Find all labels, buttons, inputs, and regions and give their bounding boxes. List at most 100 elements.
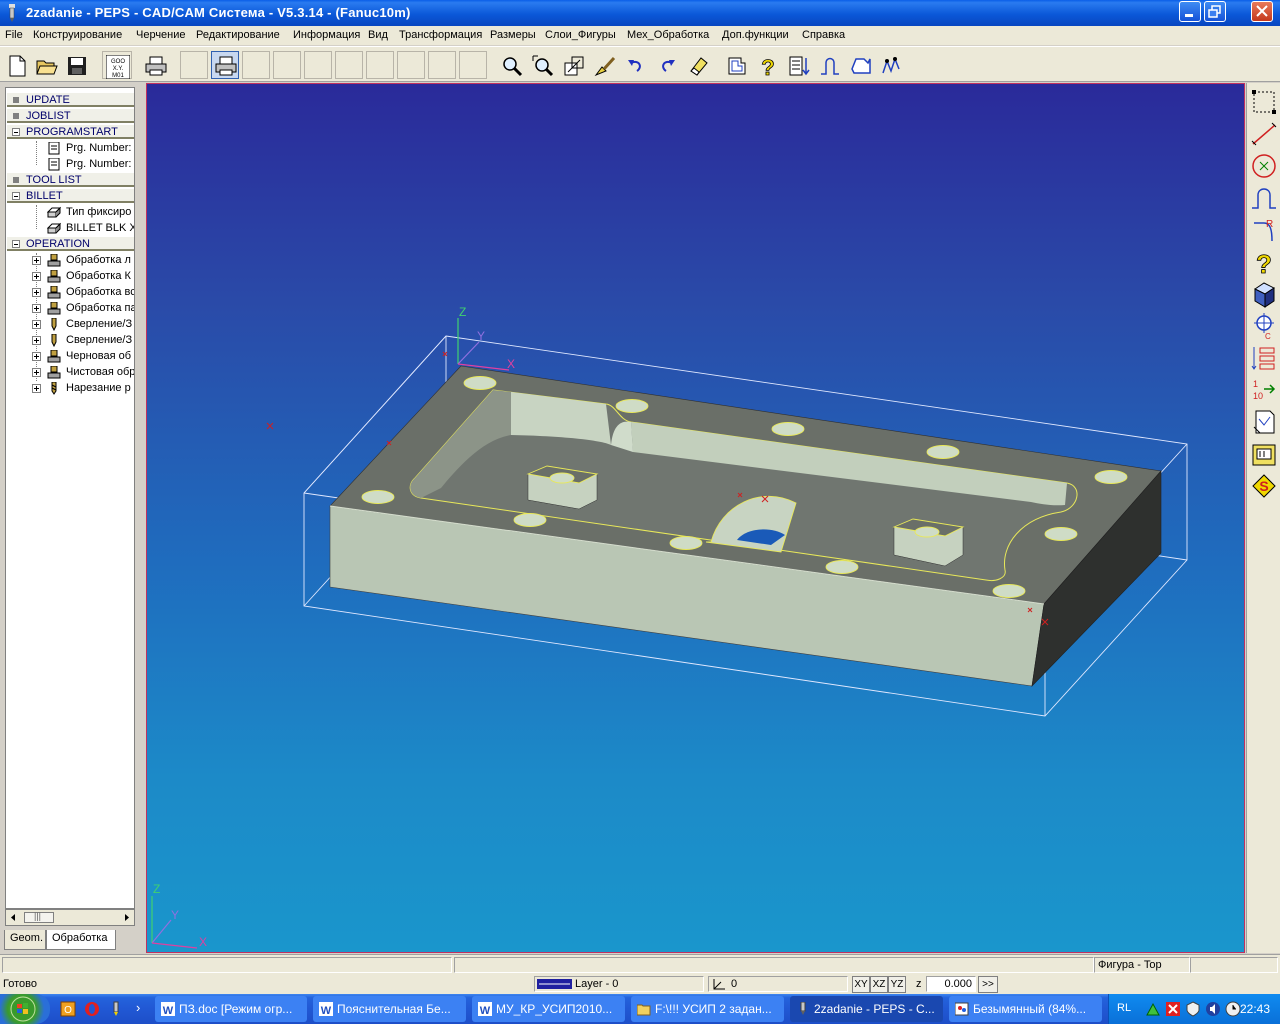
network-tray-icon[interactable] — [1145, 1001, 1161, 1017]
expand-icon[interactable] — [32, 368, 41, 377]
view-yz-button[interactable]: YZ — [888, 976, 906, 993]
tree-horizontal-scrollbar[interactable]: ||| — [5, 909, 135, 926]
sound-tray-icon[interactable] — [1205, 1001, 1221, 1017]
collapse-icon[interactable] — [12, 128, 20, 136]
expand-icon[interactable] — [32, 288, 41, 297]
tree-item-program-1[interactable]: Prg. Number: 1 — [6, 157, 134, 172]
menu-edit[interactable]: Редактирование — [196, 29, 280, 41]
expand-icon[interactable] — [32, 304, 41, 313]
scroll-right-icon[interactable] — [122, 910, 132, 925]
shape-button[interactable] — [846, 51, 874, 79]
tree-item-billet-blk[interactable]: BILLET BLK X — [6, 221, 134, 236]
layer-selector[interactable]: Layer - 0 — [534, 976, 704, 992]
tree-item-operation-8[interactable]: Чистовая обр — [6, 365, 134, 380]
toolbar-slot-5[interactable] — [335, 51, 363, 79]
menu-transform[interactable]: Трансформация — [399, 29, 482, 41]
menu-layers[interactable]: Слои_Фигуры — [545, 29, 616, 41]
scroll-left-icon[interactable] — [8, 910, 18, 925]
profile-button[interactable] — [722, 51, 750, 79]
query-button[interactable]: ? — [1250, 247, 1278, 280]
close-button[interactable] — [1251, 1, 1273, 22]
simulation-button[interactable]: S — [1250, 471, 1278, 501]
tab-geom[interactable]: Geom. — [4, 930, 46, 950]
select-rect-button[interactable] — [1250, 87, 1278, 117]
minimize-button[interactable] — [1179, 1, 1201, 22]
expand-icon[interactable] — [32, 320, 41, 329]
clean-button[interactable] — [590, 51, 618, 79]
tree-section-update[interactable]: UPDATE — [7, 92, 134, 107]
view-xy-button[interactable]: XY — [852, 976, 870, 993]
print-preview-button[interactable] — [211, 51, 239, 79]
redo-button[interactable] — [652, 51, 680, 79]
toolbar-slot-2[interactable] — [242, 51, 270, 79]
menu-construct[interactable]: Конструирование — [33, 29, 122, 41]
tree-item-operation-7[interactable]: Черновая об — [6, 349, 134, 364]
expand-icon[interactable] — [32, 256, 41, 265]
security-tray-icon[interactable] — [1185, 1001, 1201, 1017]
tree-item-operation-5[interactable]: Сверление/З — [6, 317, 134, 332]
start-button[interactable] — [0, 994, 50, 1024]
quicklaunch-chevron[interactable]: › — [136, 1000, 140, 1015]
taskbar-item-2[interactable]: W Пояснительная Бе... — [313, 996, 466, 1022]
undo-button[interactable] — [621, 51, 649, 79]
save-button[interactable] — [62, 51, 90, 79]
tree-item-operation-1[interactable]: Обработка л — [6, 253, 134, 268]
numbering-button[interactable] — [1250, 343, 1278, 373]
tree-section-toollist[interactable]: TOOL LIST — [7, 172, 134, 187]
tree-section-billet[interactable]: BILLET — [7, 188, 134, 203]
view-xz-button[interactable]: XZ — [870, 976, 888, 993]
menu-machining[interactable]: Мех_Обработка — [627, 29, 709, 41]
sequence-button[interactable]: 1 10 — [1250, 375, 1278, 405]
toolbar-slot-8[interactable] — [428, 51, 456, 79]
z-apply-button[interactable]: >> — [978, 976, 998, 993]
open-button[interactable] — [32, 51, 60, 79]
tree-item-operation-9[interactable]: Нарезание р — [6, 381, 134, 396]
scroll-thumb[interactable]: ||| — [24, 911, 54, 923]
toolbar-slot-7[interactable] — [397, 51, 425, 79]
new-button[interactable] — [2, 51, 30, 79]
zoom-button[interactable] — [497, 51, 525, 79]
z-value-input[interactable]: 0.000 — [926, 976, 976, 992]
path-button[interactable] — [877, 51, 905, 79]
zoom-window-button[interactable] — [528, 51, 556, 79]
sort-button[interactable] — [784, 51, 812, 79]
language-indicator[interactable]: RL — [1117, 1002, 1131, 1014]
menu-dimensions[interactable]: Размеры — [490, 29, 536, 41]
taskbar-item-3[interactable]: W МУ_КР_УСИП2010... — [472, 996, 625, 1022]
tree-item-operation-2[interactable]: Обработка К — [6, 269, 134, 284]
taskbar-item-4[interactable]: F:\!!! УСИП 2 задан... — [631, 996, 784, 1022]
menu-drawing[interactable]: Черчение — [136, 29, 186, 41]
clock-tray-icon[interactable] — [1225, 1001, 1241, 1017]
line-button[interactable] — [1250, 119, 1278, 149]
help-button[interactable]: ? — [753, 51, 781, 79]
taskbar-item-6[interactable]: Безымянный (84%... — [949, 996, 1102, 1022]
menu-extra[interactable]: Доп.функции — [722, 29, 789, 41]
tree-section-operation[interactable]: OPERATION — [7, 236, 134, 251]
tree-item-program-2[interactable]: Prg. Number: 2 — [6, 141, 134, 156]
print-button[interactable] — [141, 51, 169, 79]
toolbar-slot-4[interactable] — [304, 51, 332, 79]
report-button[interactable] — [1250, 407, 1278, 437]
taskbar-item-1[interactable]: W ПЗ.doc [Режим огр... — [155, 996, 307, 1022]
zoom-fit-button[interactable] — [559, 51, 587, 79]
tab-machining[interactable]: Обработка — [46, 930, 116, 950]
origin-button[interactable]: C — [1250, 311, 1278, 341]
3d-viewport[interactable]: Z Y X Z Y X — [146, 83, 1245, 953]
menu-view[interactable]: Вид — [368, 29, 388, 41]
contour-tool-button[interactable] — [1250, 183, 1278, 213]
office-quicklaunch-icon[interactable]: O — [60, 1001, 76, 1017]
expand-icon[interactable] — [32, 384, 41, 393]
restore-button[interactable] — [1204, 1, 1226, 22]
contour-button[interactable] — [815, 51, 843, 79]
goto-button[interactable]: GOO X.Y. M01 — [102, 51, 132, 79]
opera-quicklaunch-icon[interactable] — [84, 1001, 100, 1017]
toolbar-slot-9[interactable] — [459, 51, 487, 79]
collapse-icon[interactable] — [12, 240, 20, 248]
machine-button[interactable] — [1250, 439, 1278, 469]
tree-section-joblist[interactable]: JOBLIST — [7, 108, 134, 123]
peps-quicklaunch-icon[interactable] — [108, 1001, 124, 1017]
tree-item-fixture-type[interactable]: Тип фиксиро — [6, 205, 134, 220]
toolbar-slot-1[interactable] — [180, 51, 208, 79]
tree-item-operation-3[interactable]: Обработка вс — [6, 285, 134, 300]
radius-button[interactable]: R — [1250, 215, 1278, 245]
